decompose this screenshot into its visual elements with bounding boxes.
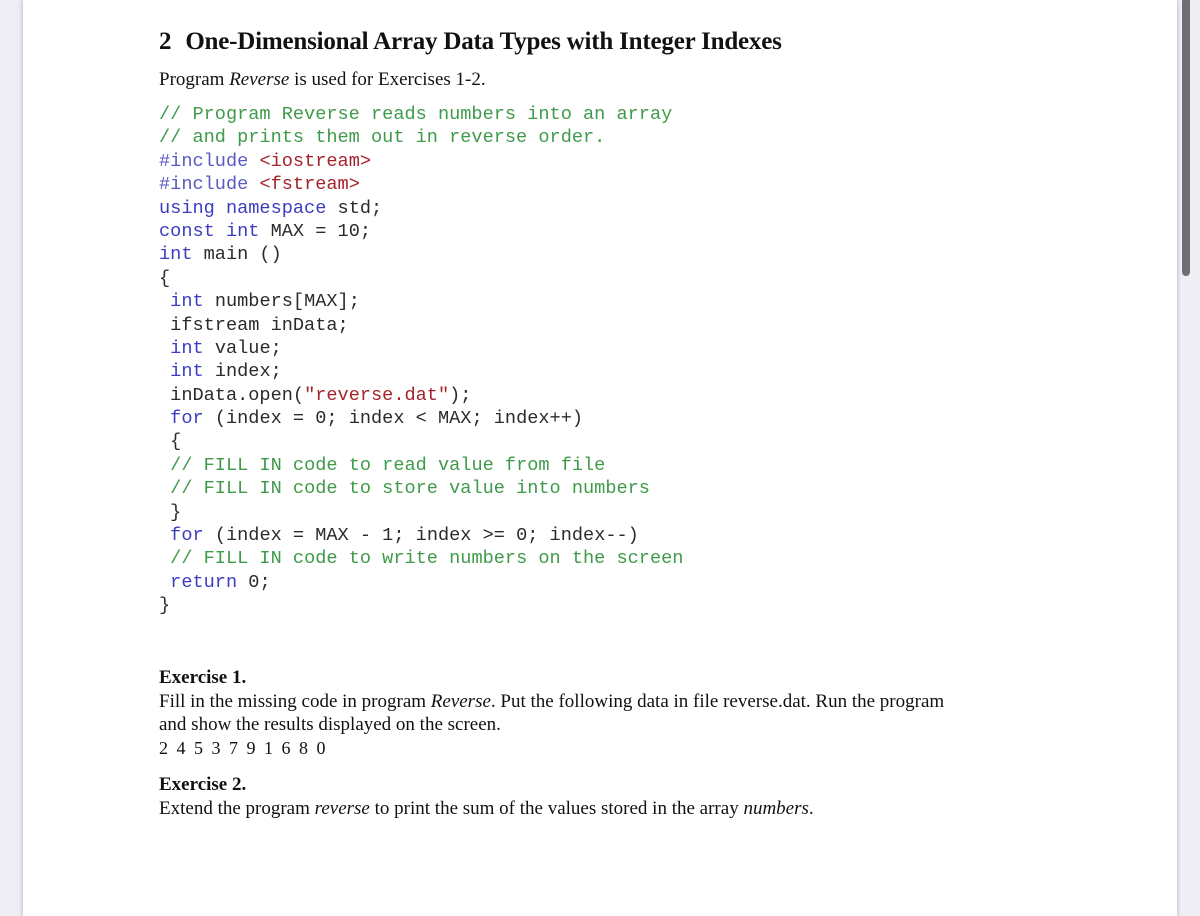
text: Extend the program: [159, 797, 315, 819]
code-line: // FILL IN code to read value from file: [159, 454, 683, 477]
code-directive: #include: [159, 150, 249, 172]
code-keyword: return: [170, 571, 238, 593]
code-text: index;: [203, 361, 282, 383]
text: .: [808, 797, 814, 819]
code-listing: // Program Reverse reads numbers into an…: [159, 103, 683, 618]
code-line: int value;: [159, 337, 683, 360]
code-line: {: [159, 267, 683, 290]
code-line: int main (): [159, 243, 683, 266]
code-line: int index;: [159, 360, 683, 383]
exercise-1-title: Exercise 1.: [159, 667, 247, 688]
code-line: ifstream inData;: [159, 314, 683, 337]
code-line: int numbers[MAX];: [159, 290, 683, 313]
section-heading: 2 One-Dimensional Array Data Types with I…: [159, 28, 782, 56]
code-comment: // FILL IN code to store value into numb…: [170, 478, 650, 500]
code-keyword: for: [170, 525, 204, 547]
code-text: MAX = 10;: [259, 220, 372, 242]
code-text: );: [449, 384, 472, 406]
code-line: for (index = MAX - 1; index >= 0; index-…: [159, 524, 683, 547]
code-line: // FILL IN code to store value into numb…: [159, 477, 683, 500]
code-line: const int MAX = 10;: [159, 220, 683, 243]
code-line: }: [159, 594, 683, 617]
code-text: main (): [192, 244, 282, 266]
code-text: (index = MAX - 1; index >= 0; index--): [203, 525, 639, 547]
code-keyword: int: [170, 337, 204, 359]
code-keyword: using namespace: [159, 197, 327, 219]
exercise-1-line-1: Fill in the missing code in program Reve…: [159, 690, 944, 714]
code-line: // FILL IN code to write numbers on the …: [159, 547, 683, 570]
code-line: inData.open("reverse.dat");: [159, 384, 683, 407]
section-number: 2: [159, 28, 172, 55]
exercise-1: Exercise 1. Fill in the missing code in …: [159, 666, 944, 760]
intro-text-end: is used for Exercises 1-2.: [289, 69, 486, 90]
code-text: 0;: [237, 571, 271, 593]
code-line: using namespace std;: [159, 197, 683, 220]
code-keyword: int: [170, 361, 204, 383]
code-line: return 0;: [159, 571, 683, 594]
code-keyword: int: [159, 244, 193, 266]
code-text: ifstream inData;: [159, 314, 349, 336]
exercise-1-data: 2 4 5 3 7 9 1 6 8 0: [159, 737, 328, 758]
code-directive: #include: [159, 174, 249, 196]
code-text: (index = 0; index < MAX; index++): [203, 408, 584, 430]
code-string: "reverse.dat": [304, 384, 450, 406]
section-title: One-Dimensional Array Data Types with In…: [185, 28, 782, 55]
code-text: }: [159, 501, 182, 523]
program-name: Reverse: [430, 690, 491, 712]
exercise-2-title: Exercise 2.: [159, 774, 247, 795]
code-comment: // and prints them out in reverse order.: [159, 127, 606, 149]
text: . Put the following data in file reverse…: [490, 690, 945, 712]
code-keyword: for: [170, 408, 204, 430]
text: Fill in the missing code in program: [159, 690, 431, 712]
code-text: std;: [326, 197, 383, 219]
code-text: inData.open(: [159, 384, 305, 406]
code-text: {: [159, 431, 182, 453]
code-comment: // Program Reverse reads numbers into an…: [159, 104, 673, 125]
intro-paragraph: Program Reverse is used for Exercises 1-…: [159, 69, 486, 91]
code-line: {: [159, 430, 683, 453]
code-line: #include <iostream>: [159, 150, 683, 173]
code-keyword: int: [170, 291, 204, 313]
program-name: Reverse: [229, 69, 290, 90]
intro-text: Program: [159, 69, 230, 90]
code-comment: // FILL IN code to write numbers on the …: [170, 548, 684, 570]
code-line: // and prints them out in reverse order.: [159, 126, 683, 149]
code-string: <fstream>: [259, 174, 360, 196]
exercise-2-text: Extend the program reverse to print the …: [159, 797, 814, 821]
exercise-2: Exercise 2. Extend the program reverse t…: [159, 773, 814, 820]
array-name: numbers: [743, 797, 809, 819]
code-line: for (index = 0; index < MAX; index++): [159, 407, 683, 430]
code-line: #include <fstream>: [159, 173, 683, 196]
scrollbar-thumb[interactable]: [1182, 0, 1190, 276]
code-text: value;: [203, 337, 282, 359]
code-text: {: [159, 267, 171, 289]
code-string: <iostream>: [259, 150, 372, 172]
code-text: }: [159, 595, 171, 617]
program-name: reverse: [314, 797, 370, 819]
code-line: // Program Reverse reads numbers into an…: [159, 103, 683, 126]
code-comment: // FILL IN code to read value from file: [170, 454, 606, 476]
text: to print the sum of the values stored in…: [369, 797, 744, 819]
exercise-1-line-2: and show the results displayed on the sc…: [159, 714, 501, 735]
code-keyword: const int: [159, 220, 260, 242]
code-text: numbers[MAX];: [203, 291, 360, 313]
code-line: }: [159, 501, 683, 524]
